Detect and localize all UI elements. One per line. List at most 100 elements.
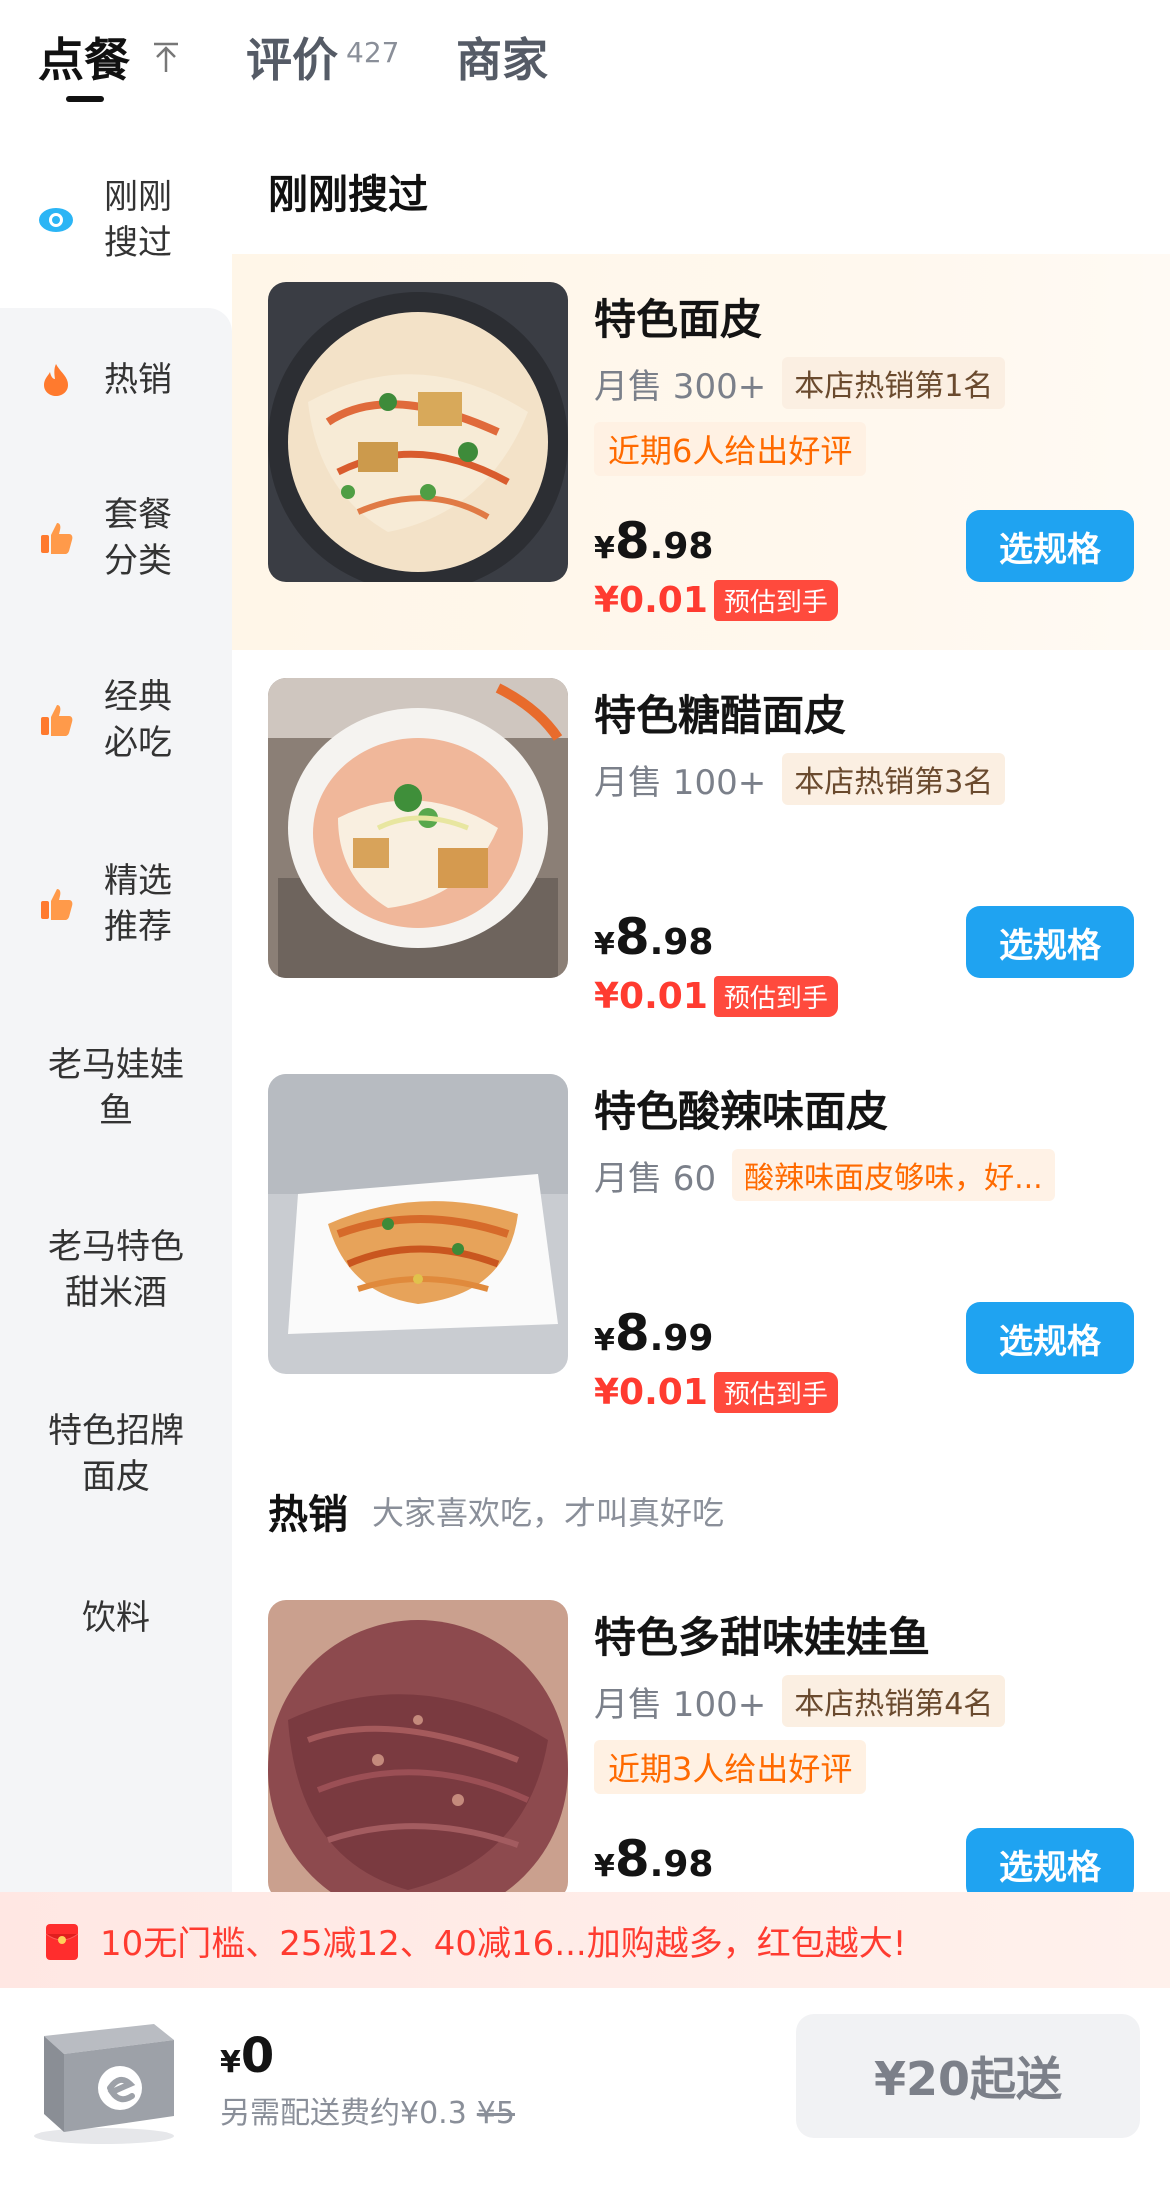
select-spec-button[interactable]: 选规格: [966, 1302, 1134, 1374]
promo-text: 10无门槛、25减12、40减16...加购越多，红包越大!: [100, 1924, 907, 1964]
food-image[interactable]: [268, 1074, 568, 1374]
monthly-sales: 月售 60: [594, 1158, 717, 1199]
price-decimal: .99: [649, 1318, 714, 1359]
monthly-sales: 月售 100+: [594, 1684, 767, 1725]
price-integer: 8: [614, 512, 650, 570]
tab-review[interactable]: 评价: [246, 24, 338, 90]
review-badge: 近期3人给出好评: [594, 1740, 867, 1794]
sidebar-item-hot[interactable]: 热销: [0, 350, 232, 410]
sales-row: 月售 100+ 本店热销第4名: [594, 1675, 1006, 1727]
item-name: 特色酸辣味面皮: [594, 1087, 889, 1136]
delivery-fee: 另需配送费约¥0.3 ¥5: [220, 2088, 515, 2132]
rank-badge: 本店热销第3名: [782, 753, 1006, 805]
review-snippet-badge: 酸辣味面皮够味，好...: [732, 1149, 1055, 1201]
delivery-note: 另需配送费约¥0.3: [220, 2096, 467, 2131]
sidebar-item-combo[interactable]: 套餐 分类: [0, 488, 232, 588]
currency-symbol: ¥: [594, 1323, 615, 1358]
review-badge: 近期6人给出好评: [594, 422, 867, 476]
section-title-hot: 热销: [268, 1492, 348, 1538]
tab-review-label: 评价: [246, 33, 338, 87]
sidebar-active-corner: [0, 308, 232, 332]
currency-symbol: ¥: [594, 531, 615, 566]
delivery-original-fee: ¥5: [476, 2096, 515, 2131]
sales-row: 月售 60 酸辣味面皮够味，好...: [594, 1149, 1055, 1201]
price-integer: 8: [614, 908, 650, 966]
tab-order[interactable]: 点餐: [38, 24, 130, 90]
deal-price: ¥0.01: [594, 1372, 708, 1413]
cart-box-icon[interactable]: [24, 1996, 184, 2146]
item-price: ¥8.98: [594, 512, 713, 570]
arrow-up-icon[interactable]: [150, 40, 182, 76]
select-spec-button[interactable]: 选规格: [966, 510, 1134, 582]
sidebar-item-signature-noodles[interactable]: 特色招牌 面皮: [0, 1404, 232, 1504]
top-tab-bar: 点餐 评价 427 商家: [0, 0, 1170, 120]
sales-row: 月售 300+ 本店热销第1名: [594, 357, 1006, 409]
sidebar-item-classic[interactable]: 经典 必吃: [0, 670, 232, 770]
item-name: 特色多甜味娃娃鱼: [594, 1613, 931, 1662]
currency-symbol: ¥: [220, 2045, 241, 2080]
rank-badge: 本店热销第1名: [782, 357, 1006, 409]
sidebar-item-baby-fish[interactable]: 老马娃娃 鱼: [0, 1038, 232, 1138]
tab-active-indicator: [66, 96, 104, 102]
deal-tag: 预估到手: [713, 1372, 838, 1413]
sidebar-item-drinks[interactable]: 饮料: [0, 1588, 232, 1648]
select-spec-button[interactable]: 选规格: [966, 906, 1134, 978]
sales-row: 月售 100+ 本店热销第3名: [594, 753, 1006, 805]
sidebar-item-label: 热销: [104, 360, 172, 400]
promo-banner[interactable]: 10无门槛、25减12、40减16...加购越多，红包越大!: [0, 1892, 1170, 1988]
sidebar-item-label: 精选 推荐: [104, 861, 172, 947]
sidebar-item-rice-wine[interactable]: 老马特色 甜米酒: [0, 1220, 232, 1320]
item-name: 特色糖醋面皮: [594, 691, 847, 740]
currency-symbol: ¥: [594, 927, 615, 962]
sidebar-item-label: 刚刚 搜过: [104, 177, 172, 263]
menu-content: 刚刚搜过 特色面皮 月售 300+ 本店热销第1名 近期6人给出好评 ¥8.98…: [232, 120, 1170, 1892]
sidebar-item-label: 套餐 分类: [104, 495, 172, 581]
section-title-recent: 刚刚搜过: [268, 172, 428, 218]
thumb-icon: [41, 889, 73, 920]
sidebar-item-recent[interactable]: 刚刚 搜过: [0, 170, 232, 270]
checkout-button[interactable]: ¥20起送: [796, 2014, 1140, 2138]
food-image[interactable]: [268, 1600, 568, 1892]
tab-merchant[interactable]: 商家: [456, 24, 548, 90]
sidebar-item-label: 老马特色 甜米酒: [48, 1227, 184, 1313]
item-price: ¥8.99: [594, 1304, 713, 1362]
food-image[interactable]: [268, 282, 568, 582]
price-decimal: .98: [649, 526, 714, 567]
menu-item[interactable]: 特色面皮 月售 300+ 本店热销第1名 近期6人给出好评 ¥8.98 ¥0.0…: [232, 254, 1170, 650]
cart-total-amount: 0: [240, 2028, 275, 2084]
monthly-sales: 月售 300+: [594, 366, 767, 407]
thumb-icon: [41, 705, 73, 736]
menu-item[interactable]: 特色酸辣味面皮 月售 60 酸辣味面皮够味，好... ¥8.99 ¥0.01 预…: [232, 1046, 1170, 1442]
select-spec-button[interactable]: 选规格: [966, 1828, 1134, 1892]
sidebar-item-label: 特色招牌 面皮: [48, 1411, 184, 1497]
sidebar-item-label: 饮料: [82, 1598, 150, 1638]
deal-price: ¥0.01: [594, 580, 708, 621]
red-envelope-icon: [45, 1924, 79, 1960]
currency-symbol: ¥: [594, 1849, 615, 1884]
deal-tag: 预估到手: [713, 580, 838, 621]
deal-price: ¥0.01: [594, 976, 708, 1017]
deal-price-row: ¥0.01 预估到手: [594, 1372, 838, 1413]
price-integer: 8: [614, 1830, 650, 1888]
item-name: 特色面皮: [594, 295, 763, 344]
cart-total: ¥0: [220, 2028, 274, 2084]
thumb-icon: [41, 523, 73, 554]
sidebar-item-label: 老马娃娃 鱼: [48, 1045, 184, 1131]
item-price: ¥8.98: [594, 1830, 713, 1888]
food-image[interactable]: [268, 678, 568, 978]
rank-badge: 本店热销第4名: [782, 1675, 1006, 1727]
price-decimal: .98: [649, 1844, 714, 1885]
cart-bar: ¥0 另需配送费约¥0.3 ¥5 ¥20起送: [0, 1988, 1170, 2193]
deal-price-row: ¥0.01 预估到手: [594, 580, 838, 621]
monthly-sales: 月售 100+: [594, 762, 767, 803]
sidebar-item-featured[interactable]: 精选 推荐: [0, 854, 232, 954]
flame-icon: [44, 364, 68, 396]
item-price: ¥8.98: [594, 908, 713, 966]
menu-item[interactable]: 特色多甜味娃娃鱼 月售 100+ 本店热销第4名 近期3人给出好评 ¥8.98 …: [232, 1572, 1170, 1892]
section-subtitle-hot: 大家喜欢吃，才叫真好吃: [372, 1494, 725, 1532]
price-decimal: .98: [649, 922, 714, 963]
deal-tag: 预估到手: [713, 976, 838, 1017]
menu-item[interactable]: 特色糖醋面皮 月售 100+ 本店热销第3名 ¥8.98 ¥0.01 预估到手 …: [232, 650, 1170, 1046]
review-count: 427: [346, 36, 400, 69]
deal-price-row: ¥0.01 预估到手: [594, 976, 838, 1017]
